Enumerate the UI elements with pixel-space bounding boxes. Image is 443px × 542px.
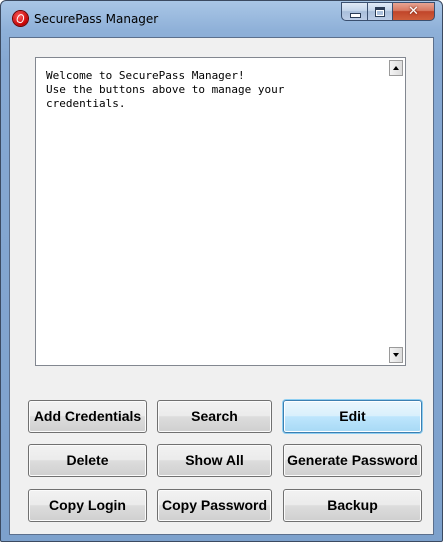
output-text: Welcome to SecurePass Manager! Use the b… <box>46 69 285 110</box>
maximize-button[interactable] <box>367 2 392 21</box>
scroll-down-button[interactable] <box>389 347 403 363</box>
client-area: Welcome to SecurePass Manager! Use the b… <box>9 37 434 535</box>
app-lock-icon[interactable] <box>13 11 28 26</box>
show-all-button[interactable]: Show All <box>157 444 272 477</box>
add-credentials-button[interactable]: Add Credentials <box>28 400 147 433</box>
scroll-up-button[interactable] <box>389 60 403 76</box>
copy-login-button[interactable]: Copy Login <box>28 489 147 522</box>
copy-password-button[interactable]: Copy Password <box>157 489 272 522</box>
main-window: SecurePass Manager ✕ Welcome to SecurePa… <box>0 0 443 542</box>
generate-password-button[interactable]: Generate Password <box>283 444 422 477</box>
edit-button[interactable]: Edit <box>283 400 422 433</box>
arrow-down-icon <box>393 353 399 357</box>
backup-button[interactable]: Backup <box>283 489 422 522</box>
title-bar[interactable]: SecurePass Manager ✕ <box>1 1 442 37</box>
search-button[interactable]: Search <box>157 400 272 433</box>
close-icon: ✕ <box>408 4 419 19</box>
arrow-up-icon <box>393 66 399 70</box>
window-title: SecurePass Manager <box>34 12 159 26</box>
maximize-icon <box>375 7 385 17</box>
vertical-scrollbar[interactable] <box>388 58 405 365</box>
caption-buttons: ✕ <box>341 2 435 22</box>
close-button[interactable]: ✕ <box>392 2 435 21</box>
delete-button[interactable]: Delete <box>28 444 147 477</box>
minimize-icon <box>350 13 361 18</box>
minimize-button[interactable] <box>341 2 367 21</box>
output-text-area[interactable]: Welcome to SecurePass Manager! Use the b… <box>35 57 406 366</box>
